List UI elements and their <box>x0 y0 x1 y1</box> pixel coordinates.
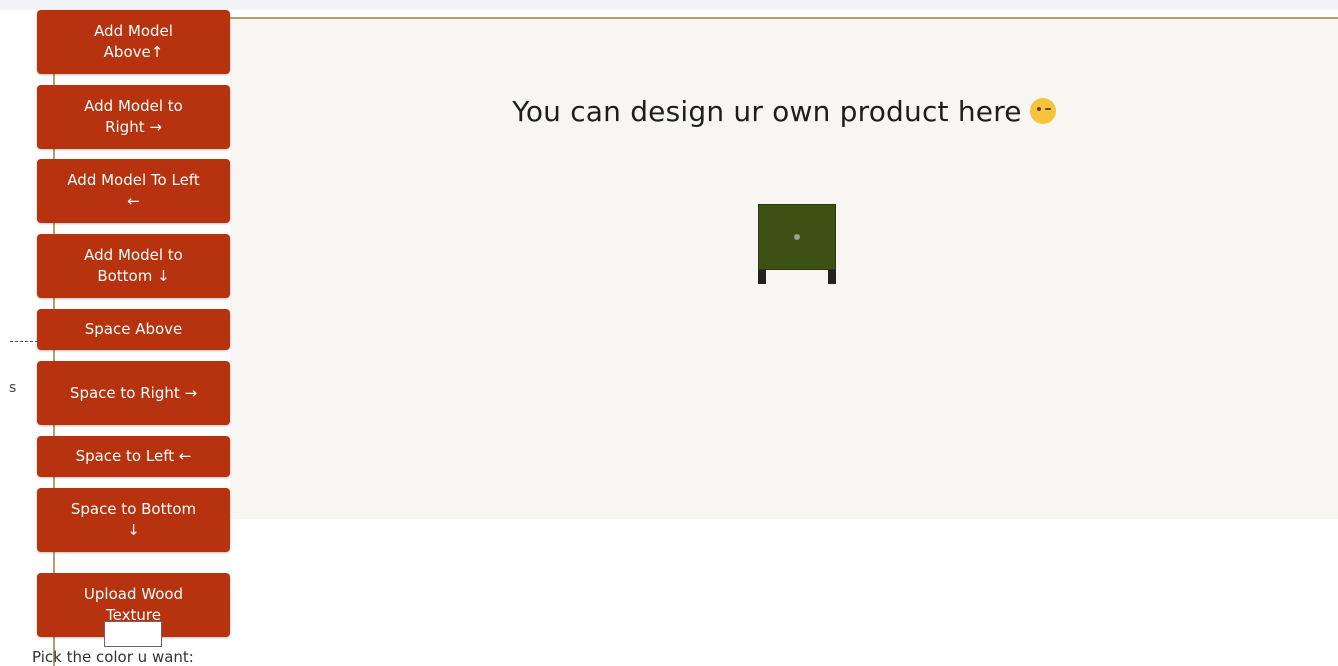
page-heading: You can design ur own product here <box>230 95 1338 128</box>
design-canvas[interactable]: You can design ur own product here <box>230 17 1338 519</box>
cabinet-body[interactable] <box>758 204 836 270</box>
cabinet-knob <box>794 234 800 240</box>
cabinet-leg-left <box>758 270 766 284</box>
color-picker-label: Pick the color u want: <box>32 648 194 666</box>
page-heading-text: You can design ur own product here <box>512 95 1022 128</box>
color-picker-input[interactable] <box>104 621 162 647</box>
cabinet-leg-right <box>828 270 836 284</box>
space-left-button[interactable]: Space to Left ← <box>37 436 230 477</box>
add-model-bottom-button[interactable]: Add Model to Bottom ↓ <box>37 234 230 298</box>
space-above-button[interactable]: Space Above <box>37 309 230 350</box>
dashed-divider <box>10 341 38 342</box>
space-bottom-button[interactable]: Space to Bottom ↓ <box>37 488 230 552</box>
space-right-button[interactable]: Space to Right → <box>37 361 230 425</box>
add-model-right-button[interactable]: Add Model to Right → <box>37 85 230 149</box>
cabinet-model[interactable] <box>758 204 836 284</box>
top-strip <box>0 0 1338 10</box>
add-model-above-button[interactable]: Add Model Above↑ <box>37 10 230 74</box>
add-model-left-button[interactable]: Add Model To Left ← <box>37 159 230 223</box>
sidebar-stub-text: s <box>9 380 17 396</box>
winking-face-icon <box>1029 98 1056 124</box>
